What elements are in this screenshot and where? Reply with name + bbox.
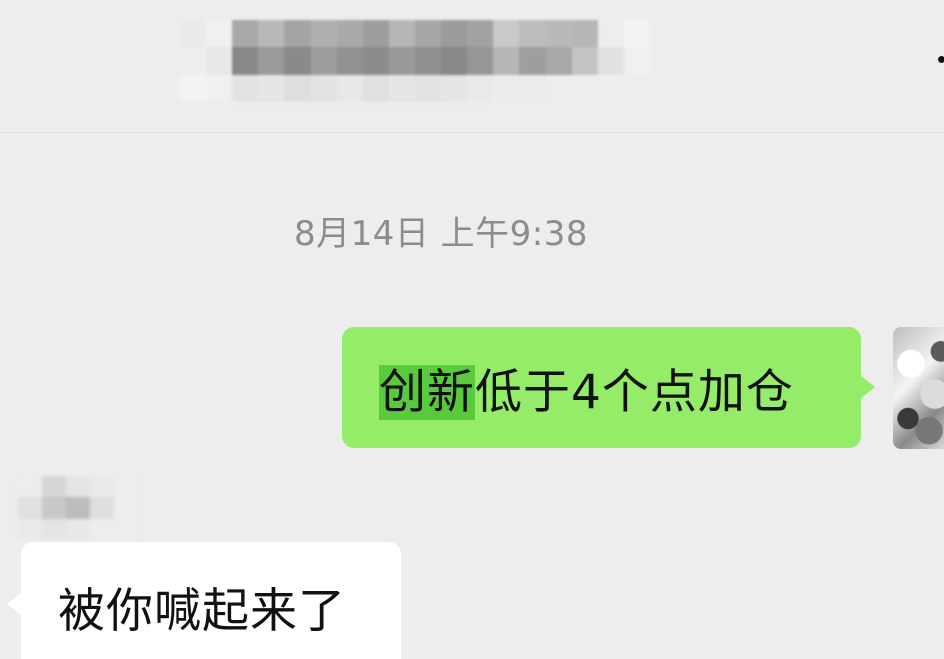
mosaic-cell: [90, 518, 114, 540]
mosaic-cell: [284, 47, 311, 75]
mosaic-cell: [42, 476, 66, 498]
outgoing-message-rest: 低于4个点加仓: [475, 365, 794, 420]
mosaic-cell: [258, 20, 285, 48]
mosaic-cell: [114, 497, 138, 519]
mosaic-cell: [310, 20, 337, 48]
mosaic-cell: [258, 47, 285, 75]
mosaic-cell: [414, 47, 442, 75]
mosaic-cell: [467, 74, 494, 102]
mosaic-cell: [545, 47, 572, 75]
mosaic-cell: [42, 497, 66, 519]
mosaic-cell: [545, 20, 572, 48]
mosaic-cell: [180, 47, 207, 75]
mosaic-cell: [336, 20, 363, 48]
mosaic-cell: [597, 74, 624, 102]
mosaic-cell: [414, 74, 442, 102]
mosaic-cell: [66, 518, 90, 540]
mosaic-cell: [388, 20, 415, 48]
mosaic-cell: [206, 74, 233, 102]
mosaic-cell: [597, 47, 624, 75]
outgoing-message-text: 创新低于4个点加仓: [379, 353, 794, 422]
chat-window: 8月14日 上午9:38 创新低于4个点加仓 被你喊起来了: [0, 0, 944, 659]
mosaic-cell: [441, 20, 468, 48]
mosaic-cell: [232, 74, 259, 102]
mosaic-cell: [414, 20, 442, 48]
more-options-icon[interactable]: [928, 44, 944, 74]
mosaic-cell: [90, 497, 114, 519]
mosaic-cell: [571, 74, 598, 102]
mosaic-cell: [66, 497, 90, 519]
mosaic-cell: [114, 476, 138, 498]
mosaic-cell: [441, 74, 468, 102]
mosaic-cell: [519, 47, 546, 75]
mosaic-cell: [310, 47, 337, 75]
mosaic-cell: [388, 47, 415, 75]
mosaic-cell: [467, 20, 494, 48]
mosaic-cell: [18, 476, 42, 498]
mosaic-cell: [206, 20, 233, 48]
mosaic-cell: [284, 20, 311, 48]
mosaic-cell: [284, 74, 311, 102]
mosaic-cell: [18, 518, 42, 540]
mosaic-cell: [623, 74, 650, 102]
mosaic-cell: [90, 476, 114, 498]
chat-title-pixelated: [180, 20, 650, 102]
selected-text-highlight[interactable]: 创新: [379, 365, 475, 420]
mosaic-cell: [388, 74, 415, 102]
mosaic-cell: [206, 47, 233, 75]
mosaic-cell: [232, 20, 259, 48]
mosaic-cell: [597, 20, 624, 48]
mosaic-cell: [571, 47, 598, 75]
mosaic-cell: [519, 20, 546, 48]
avatar[interactable]: [893, 327, 944, 449]
mosaic-cell: [310, 74, 337, 102]
mosaic-cell: [493, 74, 520, 102]
chat-header: [0, 0, 944, 133]
mosaic-cell: [545, 74, 572, 102]
mosaic-cell: [623, 47, 650, 75]
mosaic-cell: [571, 20, 598, 48]
mosaic-cell: [362, 74, 389, 102]
mosaic-cell: [362, 20, 389, 48]
mosaic-cell: [258, 74, 285, 102]
mosaic-cell: [42, 518, 66, 540]
mosaic-cell: [18, 497, 42, 519]
mosaic-cell: [467, 47, 494, 75]
mosaic-cell: [519, 74, 546, 102]
mosaic-cell: [180, 74, 207, 102]
outgoing-message-bubble[interactable]: 创新低于4个点加仓: [342, 327, 875, 448]
mosaic-cell: [493, 47, 520, 75]
mosaic-cell: [180, 20, 207, 48]
mosaic-cell: [336, 47, 363, 75]
sender-name-pixelated: [18, 476, 138, 540]
mosaic-cell: [114, 518, 138, 540]
mosaic-cell: [336, 74, 363, 102]
incoming-message-text: 被你喊起来了: [58, 584, 346, 639]
mosaic-cell: [441, 47, 468, 75]
message-timestamp: 8月14日 上午9:38: [293, 214, 589, 254]
mosaic-cell: [493, 20, 520, 48]
mosaic-cell: [66, 476, 90, 498]
incoming-message-bubble[interactable]: 被你喊起来了: [7, 542, 401, 659]
mosaic-cell: [362, 47, 389, 75]
mosaic-cell: [232, 47, 259, 75]
mosaic-cell: [623, 20, 650, 48]
